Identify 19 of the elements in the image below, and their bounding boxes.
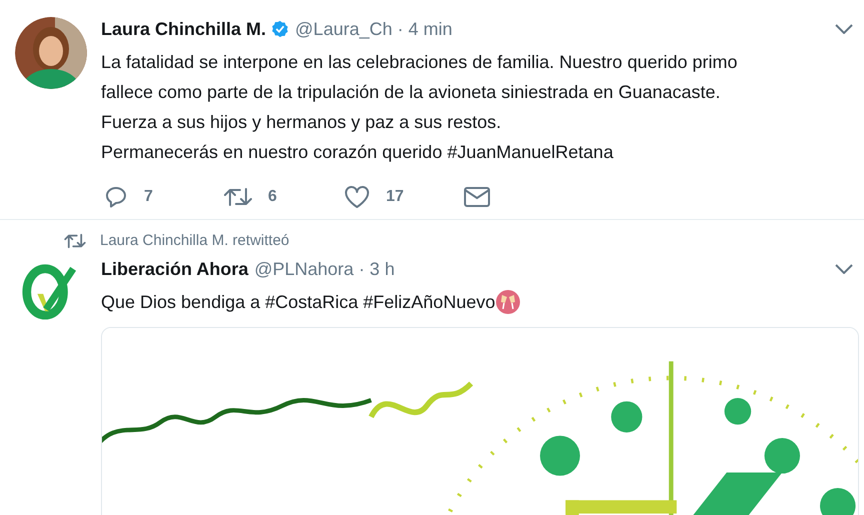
caret-icon[interactable]	[835, 264, 853, 274]
tweet-time[interactable]: · 4 min	[397, 18, 452, 40]
author-name[interactable]: Laura Chinchilla M.	[101, 18, 266, 40]
tweet-time[interactable]: · 3 h	[358, 258, 395, 280]
author-name[interactable]: Liberación Ahora	[101, 258, 248, 280]
retweet-icon[interactable]	[224, 186, 252, 208]
action-count: 6	[268, 188, 277, 206]
retweet-icon	[64, 232, 86, 248]
retweet-notice[interactable]: Laura Chinchilla M. retwitteó	[100, 232, 290, 249]
tweet-text: Que Dios bendiga a #CostaRica #FelizAñoNuevo	[101, 291, 496, 314]
reply-icon[interactable]	[104, 185, 128, 209]
action-count: 7	[144, 188, 153, 206]
tweet-text: La fatalidad se interpone en las celebraciones de familia. Nuestro querido primo fallece como parte de la tripulación de la avioneta siniestrada en Guanacaste. Fuerza a sus hijos y hermanos y paz a sus restos. Permanecerás en nuestro corazón querido #JuanManuelRetana	[101, 51, 738, 164]
caret-icon[interactable]	[835, 24, 853, 34]
user-handle[interactable]: @Laura_Ch	[295, 18, 392, 40]
user-handle[interactable]: @PLNahora	[254, 258, 354, 280]
heart-icon[interactable]	[344, 185, 370, 209]
action-count: 17	[386, 188, 404, 206]
envelope-icon[interactable]	[464, 187, 490, 207]
